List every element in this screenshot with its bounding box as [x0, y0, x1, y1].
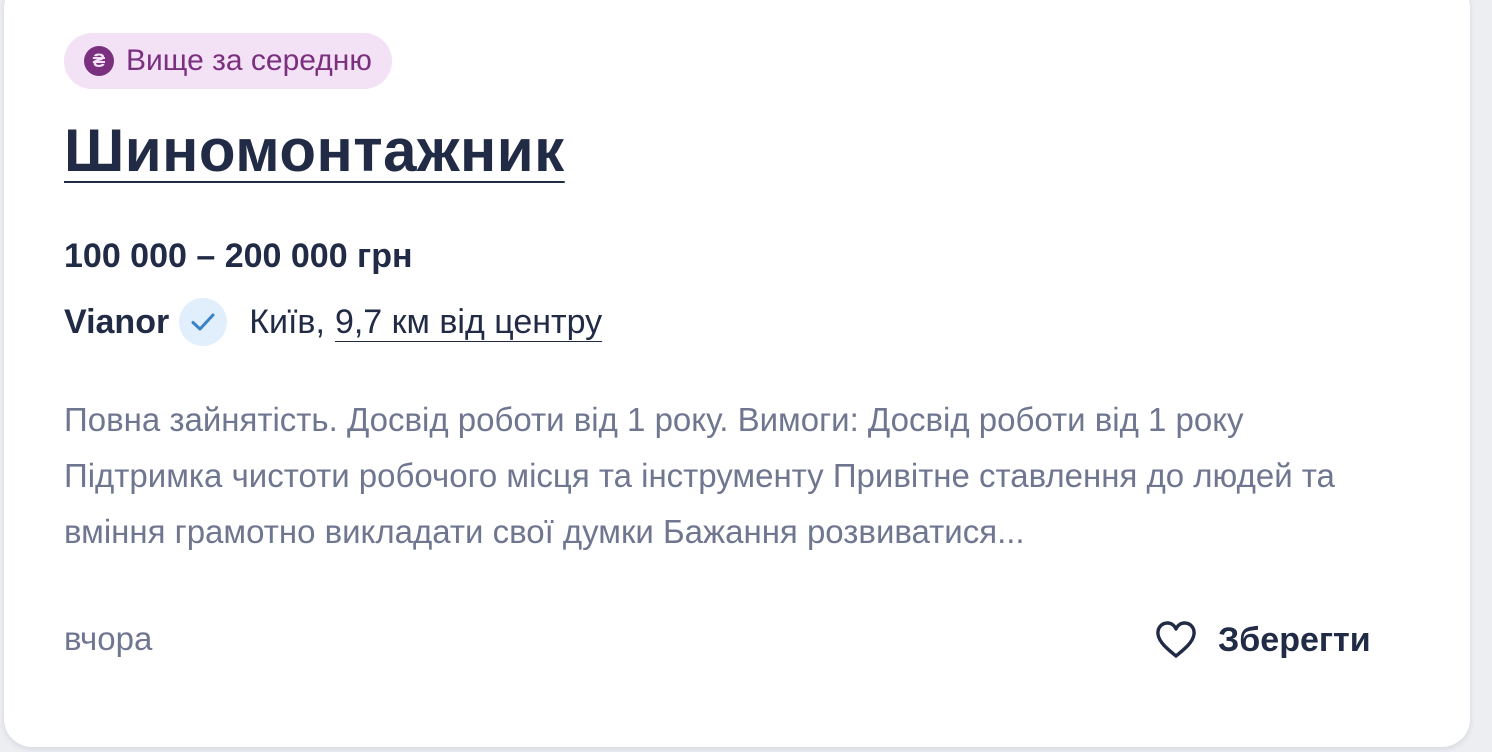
heart-icon	[1156, 621, 1196, 658]
check-icon	[191, 313, 215, 331]
salary-range: 100 000 – 200 000 грн	[64, 237, 413, 275]
job-description: Повна зайнятість. Досвід роботи від 1 ро…	[64, 401, 1335, 550]
company-name[interactable]: Vianor	[64, 303, 169, 342]
vacancy-card[interactable]: ₴ Вище за середню Шиномонтажник 100 000 …	[4, 0, 1470, 747]
verified-badge	[179, 298, 228, 346]
posted-date: вчора	[64, 620, 153, 657]
salary-badge: ₴ Вище за середню	[64, 33, 392, 89]
save-button[interactable]: Зберегти	[1154, 614, 1371, 666]
company-location-row: Vianor Київ, 9,7 км від центру	[64, 296, 602, 348]
badge-label: Вище за середню	[126, 44, 372, 77]
distance-link[interactable]: 9,7 км від центру	[335, 303, 602, 342]
job-title-link[interactable]: Шиномонтажник	[64, 116, 565, 185]
city: Київ,	[249, 302, 325, 341]
hryvnia-sign-icon: ₴	[84, 46, 114, 76]
save-label: Зберегти	[1218, 620, 1371, 659]
